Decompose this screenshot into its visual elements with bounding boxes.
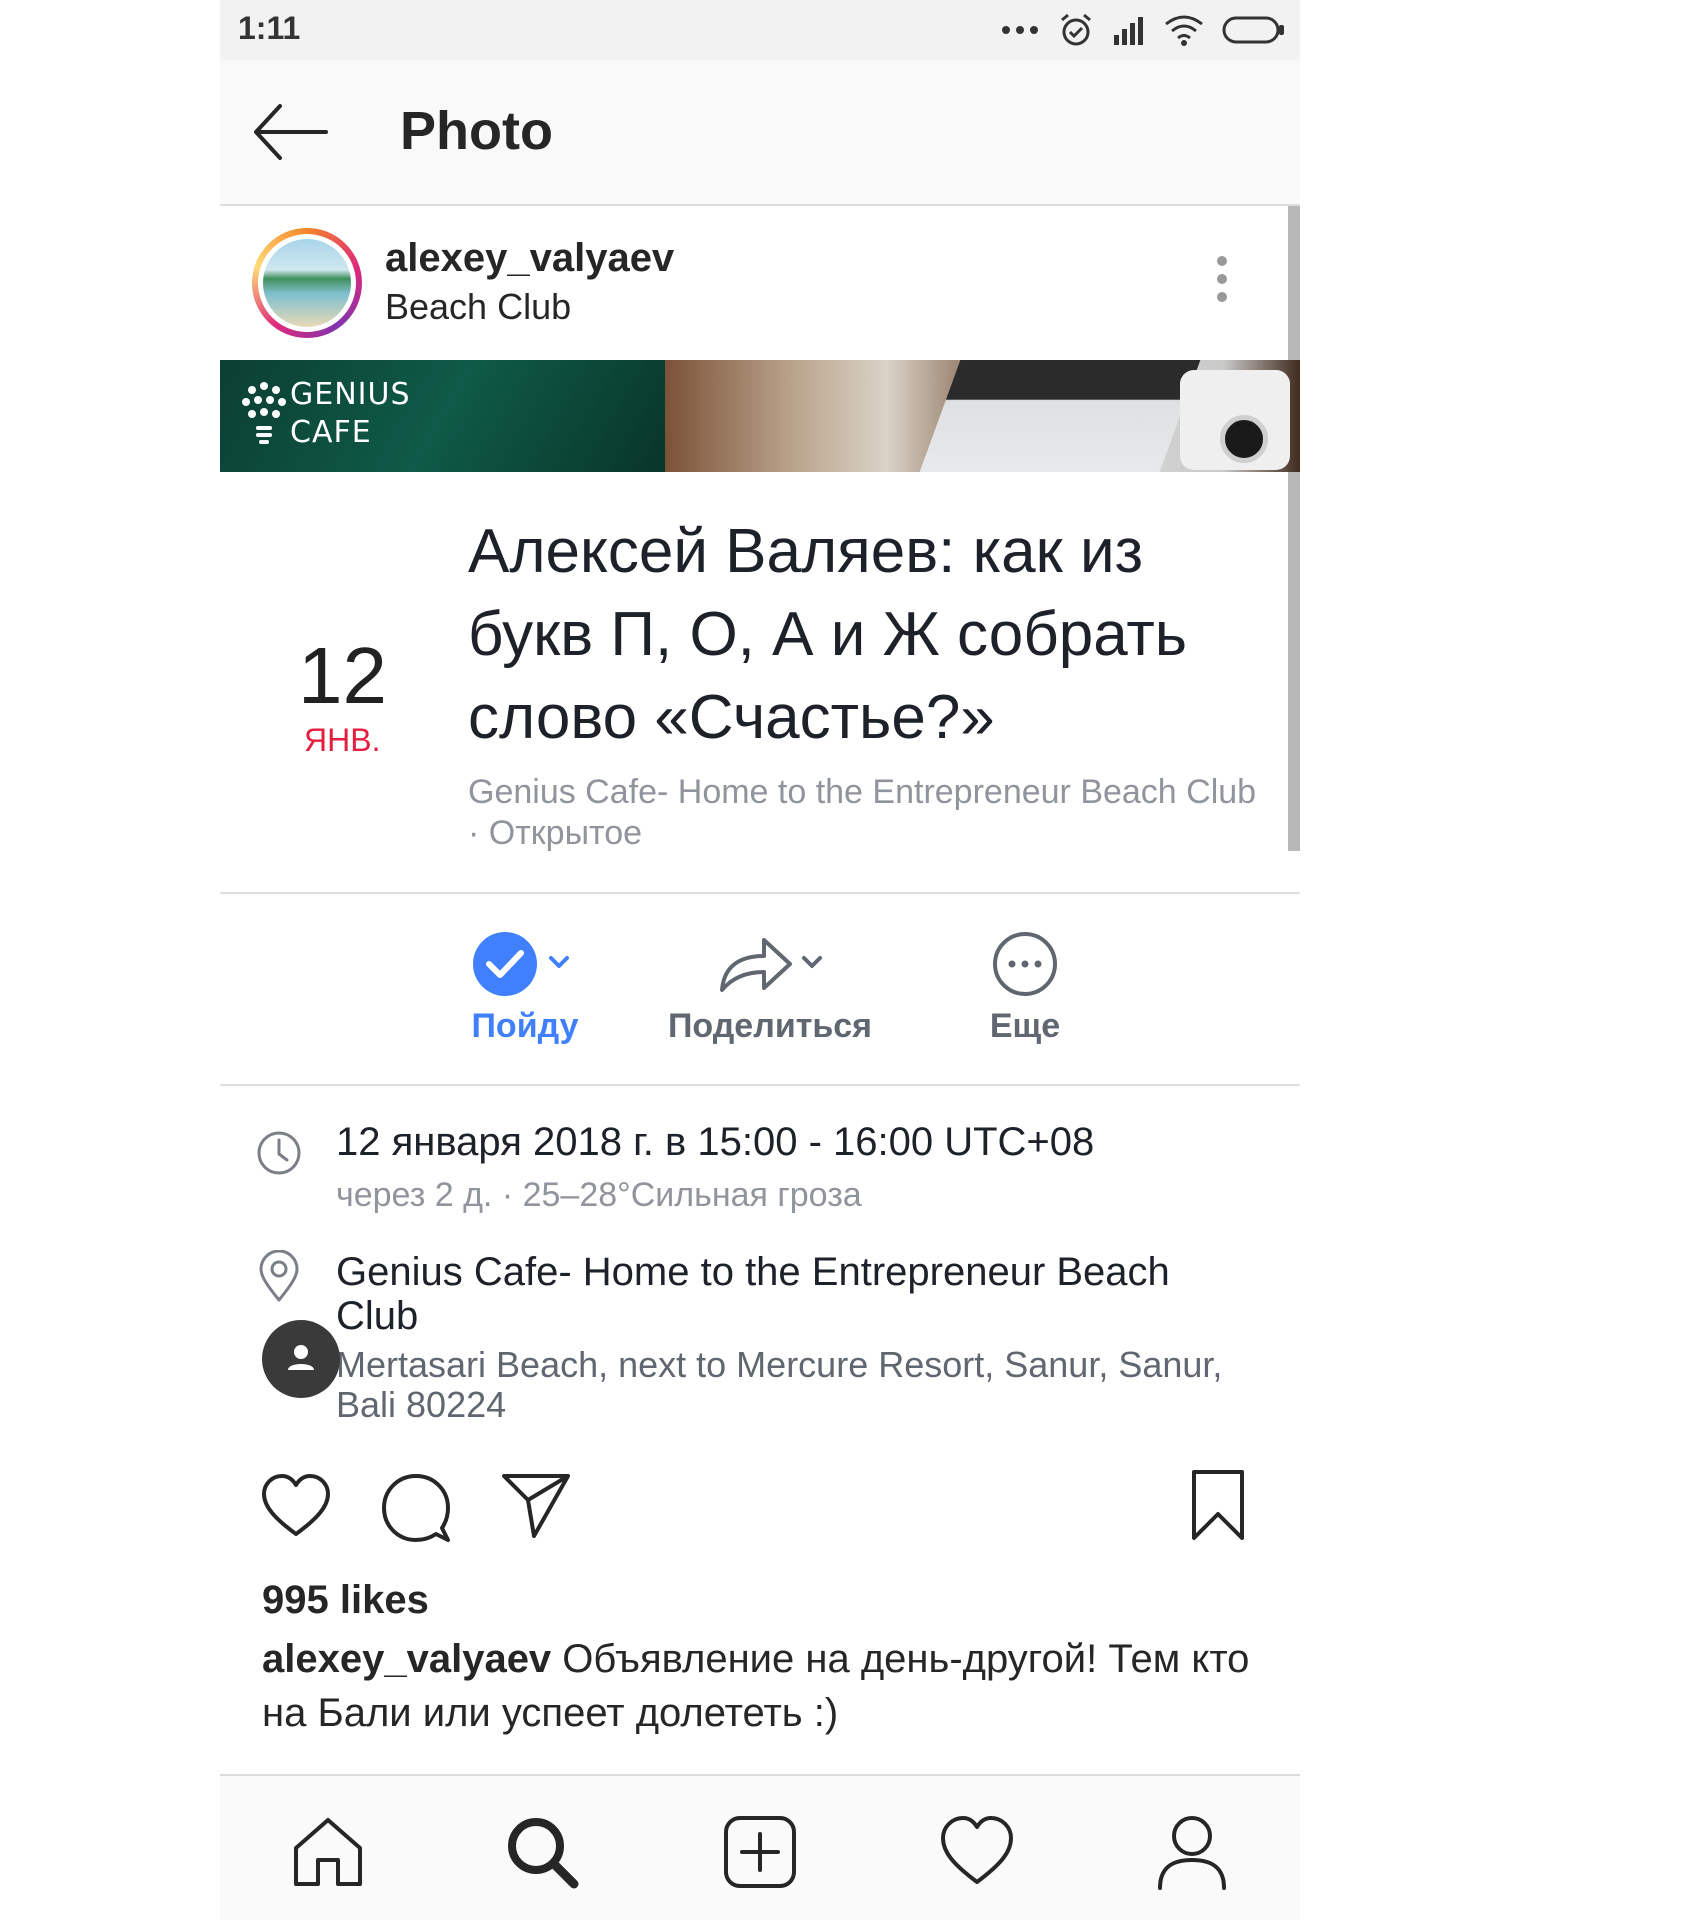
- top-bar: Photo: [220, 60, 1300, 206]
- status-bar: 1:11: [220, 0, 1300, 60]
- battery-icon: [1222, 16, 1284, 44]
- home-icon[interactable]: [288, 1812, 368, 1892]
- post-username[interactable]: alexey_valyaev: [385, 236, 674, 281]
- new-post-icon[interactable]: [720, 1812, 800, 1892]
- post-location[interactable]: Beach Club: [385, 286, 571, 328]
- heart-icon[interactable]: [260, 1472, 332, 1540]
- caption-username[interactable]: alexey_valyaev: [262, 1637, 551, 1681]
- phone-screen: 1:11 Photo alexey_valyaev Beach Club GEN…: [220, 0, 1300, 1920]
- dots-icon: [1002, 26, 1038, 34]
- profile-icon[interactable]: [1152, 1812, 1232, 1892]
- activity-heart-icon[interactable]: [937, 1812, 1017, 1892]
- post-footer: 995 likes alexey_valyaev Объявление на д…: [220, 360, 1300, 1774]
- bottom-nav: [220, 1774, 1300, 1920]
- comment-icon[interactable]: [380, 1472, 452, 1544]
- more-options-icon[interactable]: [1210, 256, 1234, 308]
- avatar[interactable]: [252, 228, 362, 338]
- post-header: alexey_valyaev Beach Club: [220, 206, 1300, 360]
- status-time: 1:11: [238, 10, 301, 46]
- likes-count[interactable]: 995 likes: [262, 1578, 429, 1623]
- signal-icon: [1114, 17, 1143, 45]
- send-icon[interactable]: [500, 1470, 572, 1540]
- alarm-icon: [1061, 13, 1091, 46]
- bookmark-icon[interactable]: [1188, 1468, 1248, 1542]
- back-arrow-icon[interactable]: [250, 100, 330, 164]
- post-caption: alexey_valyaev Объявление на день-другой…: [262, 1632, 1262, 1740]
- status-icons: [1000, 10, 1286, 50]
- page-title: Photo: [400, 101, 553, 161]
- avatar-photo: [263, 239, 351, 327]
- wifi-icon: [1165, 15, 1203, 46]
- search-icon[interactable]: [502, 1812, 582, 1892]
- avatar-ring-gap: [258, 234, 356, 332]
